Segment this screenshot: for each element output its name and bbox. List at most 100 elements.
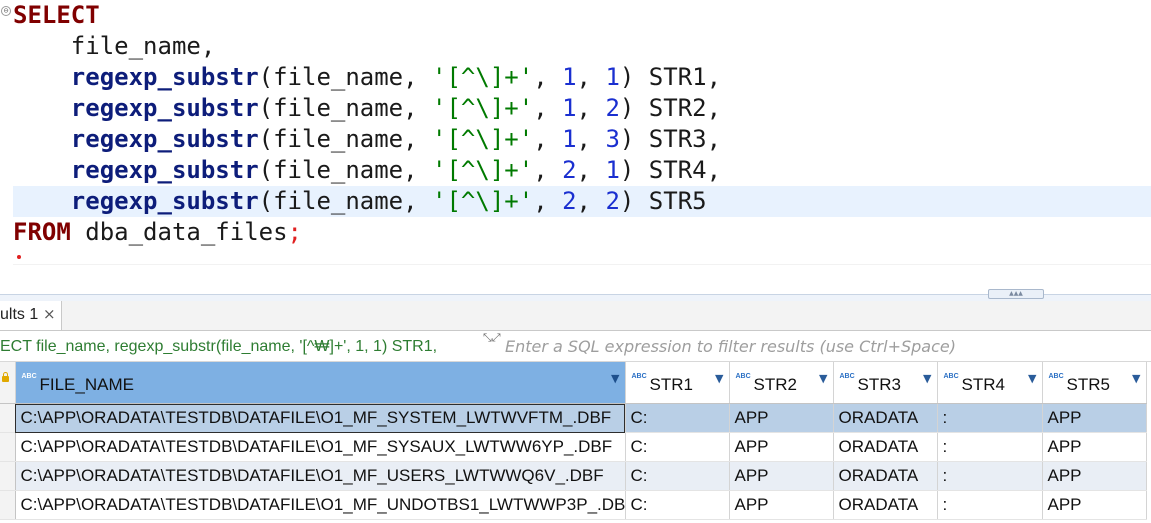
code-line[interactable]: file_name, bbox=[13, 31, 216, 62]
column-header-str3[interactable]: ABC STR3 ▼ bbox=[833, 362, 938, 404]
table-cell[interactable]: C:\APP\ORADATA\TESTDB\DATAFILE\O1_MF_SYS… bbox=[15, 403, 626, 433]
text-type-icon: ABC bbox=[21, 373, 37, 380]
error-marker-icon bbox=[17, 255, 21, 259]
row-header-corner bbox=[0, 362, 16, 404]
table-cell[interactable]: C: bbox=[625, 432, 730, 462]
sql-text: (file_name, bbox=[258, 187, 433, 215]
sort-dropdown-icon[interactable]: ▼ bbox=[1132, 372, 1140, 385]
text-type-icon: ABC bbox=[1048, 373, 1064, 380]
maximize-results-handle[interactable]: ▲▲▲ bbox=[988, 289, 1044, 299]
table-cell[interactable]: ORADATA bbox=[833, 403, 938, 433]
sort-dropdown-icon[interactable]: ▼ bbox=[819, 372, 827, 385]
expand-icon[interactable]: ⤡⤢ bbox=[483, 332, 501, 353]
sql-string: '[^\]+' bbox=[432, 63, 534, 91]
table-cell[interactable]: C: bbox=[625, 490, 730, 520]
table-cell[interactable]: APP bbox=[729, 403, 834, 433]
column-header-str5[interactable]: ABC STR5 ▼ bbox=[1042, 362, 1147, 404]
table-cell[interactable]: : bbox=[937, 490, 1043, 520]
tab-results-1[interactable]: ults 1 × bbox=[0, 301, 62, 330]
code-line[interactable]: regexp_substr(file_name, '[^\]+', 1, 2) … bbox=[13, 93, 721, 124]
table-cell[interactable]: APP bbox=[729, 490, 834, 520]
code-line[interactable]: SELECT bbox=[13, 0, 100, 31]
table-cell[interactable]: : bbox=[937, 432, 1043, 462]
filter-bar: ECT file_name, regexp_substr(file_name, … bbox=[0, 331, 1151, 362]
sort-dropdown-icon[interactable]: ▼ bbox=[715, 372, 723, 385]
sort-dropdown-icon[interactable]: ▼ bbox=[923, 372, 931, 385]
table-cell[interactable]: APP bbox=[729, 432, 834, 462]
code-line[interactable]: regexp_substr(file_name, '[^\]+', 1, 1) … bbox=[13, 62, 721, 93]
table-row[interactable]: C:\APP\ORADATA\TESTDB\DATAFILE\O1_MF_UND… bbox=[0, 490, 1147, 520]
results-grid[interactable]: ABC FILE_NAME ▼ ABC STR1 ▼ ABC STR2 ▼ ABC STR3 ▼ ABC… bbox=[0, 362, 1151, 520]
sql-text: , bbox=[533, 125, 563, 153]
sql-text: , bbox=[576, 94, 606, 122]
sort-dropdown-icon[interactable]: ▼ bbox=[1028, 372, 1036, 385]
sql-text: , bbox=[533, 187, 563, 215]
table-cell[interactable]: ORADATA bbox=[833, 461, 938, 491]
table-cell[interactable]: APP bbox=[1042, 490, 1147, 520]
row-header[interactable] bbox=[0, 432, 16, 462]
column-header-str1[interactable]: ABC STR1 ▼ bbox=[625, 362, 730, 404]
sql-number: 2 bbox=[562, 187, 577, 215]
table-cell[interactable]: ORADATA bbox=[833, 432, 938, 462]
sql-text: ) STR3, bbox=[619, 125, 722, 153]
column-label: STR4 bbox=[961, 375, 1005, 394]
column-header-str4[interactable]: ABC STR4 ▼ bbox=[937, 362, 1043, 404]
table-cell[interactable]: C:\APP\ORADATA\TESTDB\DATAFILE\O1_MF_UND… bbox=[15, 490, 626, 520]
sql-number: 1 bbox=[562, 63, 577, 91]
table-cell[interactable]: C:\APP\ORADATA\TESTDB\DATAFILE\O1_MF_USE… bbox=[15, 461, 626, 491]
column-header-str2[interactable]: ABC STR2 ▼ bbox=[729, 362, 834, 404]
table-row[interactable]: C:\APP\ORADATA\TESTDB\DATAFILE\O1_MF_USE… bbox=[0, 461, 1147, 491]
code-line[interactable]: regexp_substr(file_name, '[^\]+', 2, 1) … bbox=[13, 155, 721, 186]
sql-number: 1 bbox=[605, 156, 620, 184]
row-header[interactable] bbox=[0, 461, 16, 491]
table-cell[interactable]: APP bbox=[1042, 432, 1147, 462]
sql-text: , bbox=[533, 94, 563, 122]
table-cell[interactable]: ORADATA bbox=[833, 490, 938, 520]
table-cell[interactable]: C: bbox=[625, 403, 730, 433]
sql-keyword: FROM bbox=[13, 218, 71, 246]
sql-number: 2 bbox=[605, 94, 620, 122]
code-line[interactable]: FROM dba_data_files; bbox=[13, 217, 302, 248]
table-cell[interactable]: APP bbox=[1042, 403, 1147, 433]
table-cell[interactable]: APP bbox=[729, 461, 834, 491]
lock-icon bbox=[2, 372, 9, 382]
code-line-current[interactable]: regexp_substr(file_name, '[^\]+', 2, 2) … bbox=[13, 186, 1151, 217]
sort-dropdown-icon[interactable]: ▼ bbox=[611, 372, 619, 385]
table-row[interactable]: C:\APP\ORADATA\TESTDB\DATAFILE\O1_MF_SYS… bbox=[0, 403, 1147, 433]
sql-number: 2 bbox=[562, 156, 577, 184]
close-icon[interactable]: × bbox=[43, 305, 56, 323]
sql-function: regexp_substr bbox=[70, 125, 259, 153]
sql-text: file_name, bbox=[13, 32, 216, 60]
column-header-file-name[interactable]: ABC FILE_NAME ▼ bbox=[15, 362, 626, 404]
table-cell[interactable]: : bbox=[937, 461, 1043, 491]
sql-terminator: ; bbox=[287, 218, 302, 246]
column-label: STR5 bbox=[1066, 375, 1110, 394]
table-row[interactable]: C:\APP\ORADATA\TESTDB\DATAFILE\O1_MF_SYS… bbox=[0, 432, 1147, 462]
sql-editor[interactable]: ⊖ SELECT file_name, regexp_substr(file_n… bbox=[0, 0, 1151, 265]
text-type-icon: ABC bbox=[631, 373, 647, 380]
table-cell[interactable]: : bbox=[937, 403, 1043, 433]
sql-number: 3 bbox=[605, 125, 620, 153]
sql-string: '[^\]+' bbox=[432, 94, 534, 122]
editor-horizontal-scrollbar[interactable]: ‹ bbox=[13, 264, 1151, 265]
sql-text: , bbox=[576, 63, 606, 91]
table-cell[interactable]: C:\APP\ORADATA\TESTDB\DATAFILE\O1_MF_SYS… bbox=[15, 432, 626, 462]
row-header[interactable] bbox=[0, 403, 16, 433]
sql-keyword: SELECT bbox=[13, 1, 100, 29]
table-cell[interactable]: APP bbox=[1042, 461, 1147, 491]
code-line[interactable]: regexp_substr(file_name, '[^\]+', 1, 3) … bbox=[13, 124, 721, 155]
sql-number: 1 bbox=[605, 63, 620, 91]
sql-text: , bbox=[576, 125, 606, 153]
sql-text: , bbox=[576, 187, 606, 215]
column-label: FILE_NAME bbox=[39, 375, 134, 394]
filter-input[interactable] bbox=[505, 336, 1145, 356]
table-cell[interactable]: C: bbox=[625, 461, 730, 491]
fold-collapse-icon[interactable]: ⊖ bbox=[1, 6, 11, 16]
row-header[interactable] bbox=[0, 490, 16, 520]
text-type-icon: ABC bbox=[735, 373, 751, 380]
tab-label: ults 1 bbox=[0, 306, 39, 323]
text-type-icon: ABC bbox=[839, 373, 855, 380]
